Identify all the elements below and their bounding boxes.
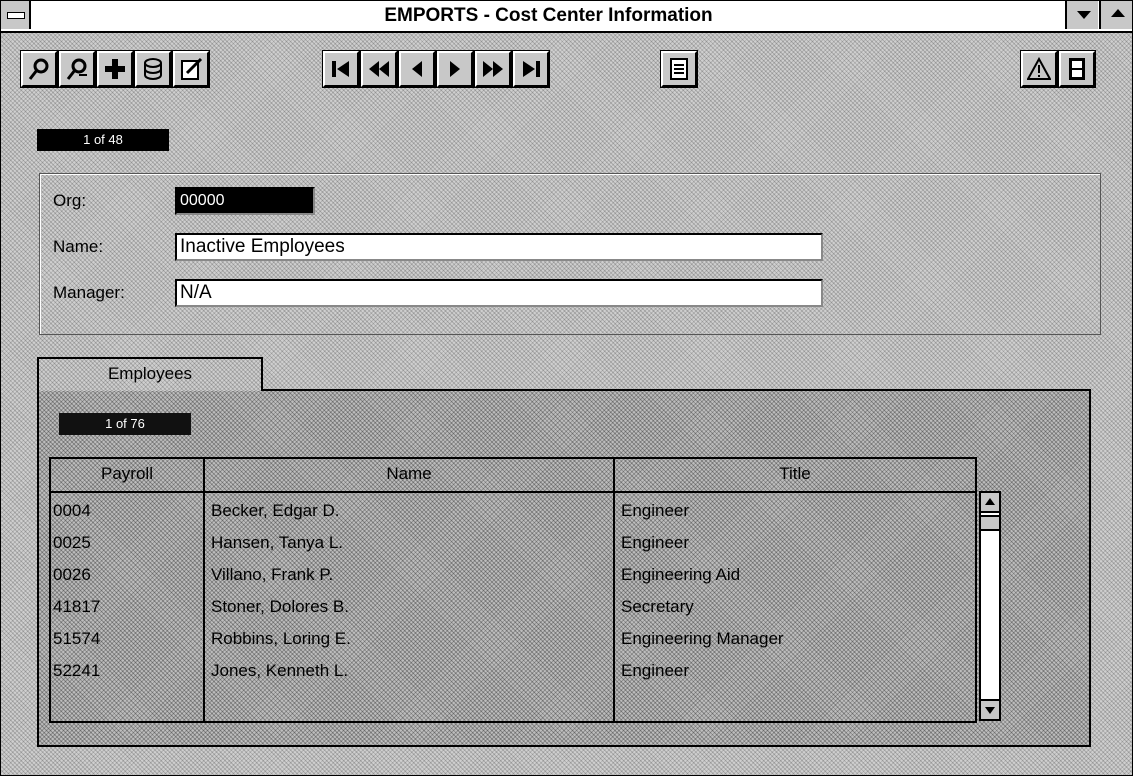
- cell-payroll: 52241: [53, 661, 101, 680]
- scroll-up-button[interactable]: [981, 493, 999, 513]
- find-next-icon: [66, 58, 87, 80]
- table-row[interactable]: 51574 Robbins, Loring E. Engineering Man…: [51, 625, 975, 655]
- maximize-button[interactable]: [1099, 1, 1132, 29]
- column-header-payroll[interactable]: Payroll: [51, 459, 205, 491]
- scroll-down-button[interactable]: [981, 699, 999, 719]
- minimize-button[interactable]: [1065, 1, 1098, 29]
- find-button[interactable]: [20, 50, 58, 88]
- manager-field[interactable]: N/A: [175, 279, 823, 307]
- table-row[interactable]: 41817 Stoner, Dolores B. Secretary: [51, 593, 975, 623]
- manager-label: Manager:: [53, 283, 125, 302]
- system-menu-icon: [7, 12, 25, 19]
- org-label: Org:: [53, 191, 87, 210]
- name-label: Name:: [53, 237, 104, 256]
- scroll-up-icon: [985, 498, 995, 505]
- cell-name: Becker, Edgar D.: [211, 501, 340, 520]
- scroll-down-icon: [985, 707, 995, 714]
- cell-name: Stoner, Dolores B.: [211, 597, 349, 616]
- cell-payroll: 0004: [53, 501, 91, 520]
- cell-title: Engineer: [621, 661, 690, 680]
- cell-title: Engineer: [621, 533, 690, 552]
- database-icon: [144, 58, 162, 80]
- find-icon: [28, 58, 49, 80]
- cell-payroll: 51574: [53, 629, 101, 648]
- title-bar: EMPORTS - Cost Center Information: [1, 1, 1132, 33]
- next-record-icon: [450, 61, 460, 77]
- report-button[interactable]: [660, 50, 698, 88]
- last-record-button[interactable]: [512, 50, 550, 88]
- record-counter: 1 of 48: [37, 129, 169, 151]
- next-page-icon: [483, 61, 503, 77]
- cell-name: Robbins, Loring E.: [211, 629, 351, 648]
- next-page-button[interactable]: [474, 50, 512, 88]
- column-header-title[interactable]: Title: [615, 459, 975, 491]
- exit-button[interactable]: [1058, 50, 1096, 88]
- previous-page-button[interactable]: [360, 50, 398, 88]
- table-scrollbar[interactable]: [979, 491, 1001, 721]
- scroll-thumb[interactable]: [981, 515, 999, 531]
- cell-title: Engineer: [621, 501, 690, 520]
- cell-title: Secretary: [621, 597, 694, 616]
- find-next-button[interactable]: [58, 50, 96, 88]
- minimize-icon: [1077, 11, 1091, 19]
- cell-name: Hansen, Tanya L.: [211, 533, 343, 552]
- edit-form-button[interactable]: [172, 50, 210, 88]
- window-title: EMPORTS - Cost Center Information: [384, 5, 713, 26]
- employee-counter: 1 of 76: [59, 413, 191, 435]
- table-row[interactable]: 0025 Hansen, Tanya L. Engineer: [51, 529, 975, 559]
- previous-record-icon: [412, 61, 422, 77]
- cell-payroll: 41817: [53, 597, 101, 616]
- table-row[interactable]: 0004 Becker, Edgar D. Engineer: [51, 497, 975, 527]
- system-menu-button[interactable]: [1, 1, 31, 29]
- app-window: EMPORTS - Cost Center Information 1 of 4…: [0, 0, 1133, 776]
- report-icon: [670, 58, 688, 80]
- cell-payroll: 0025: [53, 533, 91, 552]
- add-record-button[interactable]: [96, 50, 134, 88]
- previous-page-icon: [369, 61, 389, 77]
- database-button[interactable]: [134, 50, 172, 88]
- cell-name: Villano, Frank P.: [211, 565, 334, 584]
- org-field[interactable]: 00000: [175, 187, 315, 215]
- previous-record-button[interactable]: [398, 50, 436, 88]
- cell-title: Engineering Aid: [621, 565, 741, 584]
- first-record-button[interactable]: [322, 50, 360, 88]
- warning-icon: [1027, 57, 1051, 80]
- warning-button[interactable]: [1020, 50, 1058, 88]
- cell-name: Jones, Kenneth L.: [211, 661, 349, 680]
- add-icon: [105, 59, 125, 79]
- tab-employees[interactable]: Employees: [37, 357, 263, 391]
- first-record-icon: [332, 61, 349, 77]
- last-record-icon: [523, 61, 540, 77]
- name-field[interactable]: Inactive Employees: [175, 233, 823, 261]
- exit-door-icon: [1069, 58, 1085, 80]
- employees-table: Payroll Name Title 0004 Becker, Edgar D.…: [49, 457, 977, 723]
- maximize-icon: [1111, 9, 1125, 17]
- cell-title: Engineering Manager: [621, 629, 784, 648]
- table-row[interactable]: 0026 Villano, Frank P. Engineering Aid: [51, 561, 975, 591]
- toolbar: [1, 33, 1132, 103]
- table-header: Payroll Name Title: [51, 459, 975, 493]
- cell-payroll: 0026: [53, 565, 91, 584]
- table-row[interactable]: 52241 Jones, Kenneth L. Engineer: [51, 657, 975, 687]
- next-record-button[interactable]: [436, 50, 474, 88]
- edit-form-icon: [181, 57, 203, 80]
- column-header-name[interactable]: Name: [205, 459, 615, 491]
